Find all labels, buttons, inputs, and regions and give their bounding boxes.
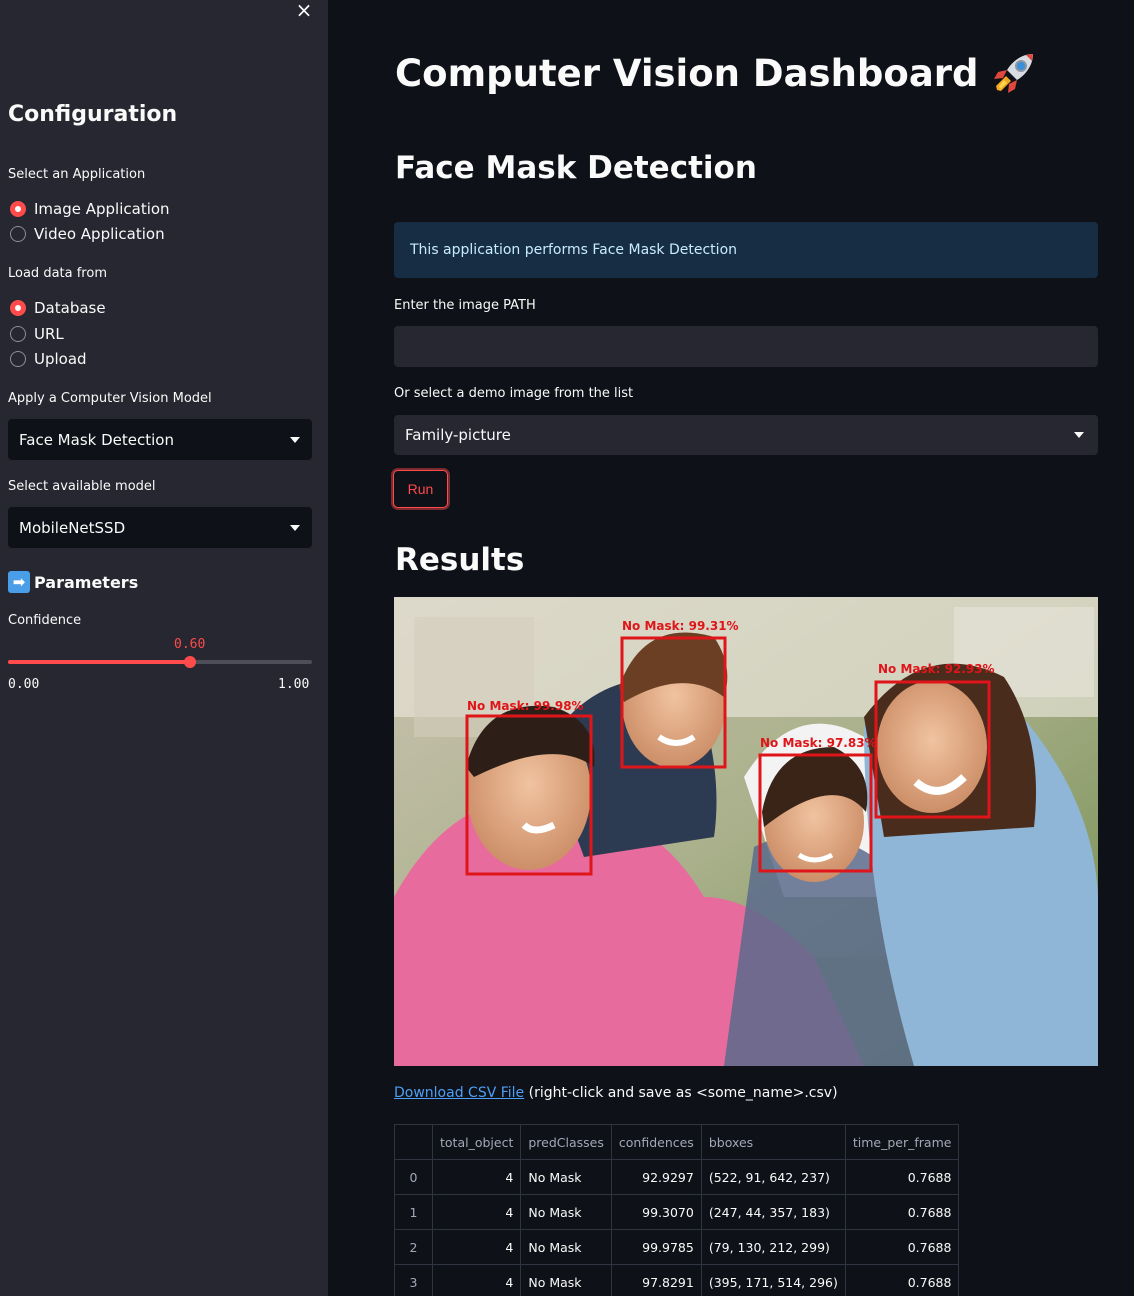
radio-selected-icon: [10, 201, 26, 217]
demo-image-select[interactable]: Family-picture: [394, 415, 1098, 455]
radio-label: Database: [34, 299, 106, 317]
sidebar: × Configuration Select an Application Im…: [0, 0, 328, 1296]
column-header-index[interactable]: [394, 1124, 433, 1160]
model-select-label: Apply a Computer Vision Model: [8, 391, 212, 406]
chevron-down-icon: [290, 524, 300, 531]
slider-thumb[interactable]: [184, 656, 197, 668]
table-cell: 4: [431, 1229, 522, 1265]
sidebar-title: Configuration: [8, 102, 178, 127]
right-arrow-icon: ➡: [8, 571, 30, 593]
confidence-slider[interactable]: [8, 656, 312, 668]
column-header[interactable]: time_per_frame: [844, 1124, 960, 1160]
table-cell: 99.9785: [610, 1229, 702, 1265]
slider-max-label: 1.00: [278, 677, 310, 692]
table-row: 0 4 No Mask 92.9297 (522, 91, 642, 237) …: [394, 1159, 960, 1195]
table-cell: 97.8291: [610, 1264, 702, 1296]
application-label: Select an Application: [8, 167, 146, 182]
detection-label: No Mask: 99.98%: [467, 699, 584, 713]
column-header[interactable]: bboxes: [700, 1124, 846, 1160]
row-index: 2: [394, 1229, 433, 1265]
slider-fill: [8, 660, 191, 664]
radio-unselected-icon: [10, 351, 26, 367]
radio-unselected-icon: [10, 226, 26, 242]
radio-image-application[interactable]: Image Application: [10, 200, 170, 218]
chevron-down-icon: [1074, 432, 1084, 438]
radio-label: URL: [34, 325, 64, 343]
confidence-value: 0.60: [174, 637, 206, 652]
download-note: (right-click and save as <some_name>.csv…: [524, 1085, 838, 1101]
radio-label: Upload: [34, 350, 87, 368]
detection-label: No Mask: 99.31%: [622, 619, 739, 633]
run-button[interactable]: Run: [393, 470, 448, 508]
available-model-label: Select available model: [8, 479, 156, 494]
table-cell: No Mask: [520, 1194, 612, 1230]
image-path-input[interactable]: [394, 326, 1098, 367]
table-cell: 4: [431, 1194, 522, 1230]
radio-url[interactable]: URL: [10, 325, 64, 343]
table-cell: 92.9297: [610, 1159, 702, 1195]
radio-unselected-icon: [10, 326, 26, 342]
available-model-select[interactable]: MobileNetSSD: [8, 507, 312, 548]
radio-label: Video Application: [34, 225, 165, 243]
page-title: Computer Vision Dashboard: [395, 48, 1039, 98]
page-title-text: Computer Vision Dashboard: [395, 51, 979, 95]
demo-image-value: Family-picture: [405, 426, 511, 444]
rocket-icon: [993, 54, 1033, 93]
row-index: 0: [394, 1159, 433, 1195]
radio-selected-icon: [10, 300, 26, 316]
table-cell: 0.7688: [844, 1229, 960, 1265]
table-cell: 4: [431, 1159, 522, 1195]
table-cell: 0.7688: [844, 1159, 960, 1195]
radio-video-application[interactable]: Video Application: [10, 225, 165, 243]
results-table: total_object predClasses confidences bbo…: [394, 1124, 960, 1296]
demo-label: Or select a demo image from the list: [394, 386, 634, 401]
table-cell: No Mask: [520, 1229, 612, 1265]
table-cell: (522, 91, 642, 237): [700, 1159, 846, 1195]
load-data-label: Load data from: [8, 266, 107, 281]
parameters-heading: ➡ Parameters: [8, 571, 138, 593]
download-csv-link[interactable]: Download CSV File: [394, 1085, 524, 1101]
download-row: Download CSV File (right-click and save …: [394, 1085, 838, 1101]
confidence-label: Confidence: [8, 613, 82, 628]
column-header[interactable]: total_object: [431, 1124, 522, 1160]
radio-upload[interactable]: Upload: [10, 350, 87, 368]
column-header[interactable]: confidences: [610, 1124, 702, 1160]
table-cell: 4: [431, 1264, 522, 1296]
chevron-down-icon: [290, 436, 300, 443]
section-title: Face Mask Detection: [395, 150, 757, 186]
slider-min-label: 0.00: [8, 677, 40, 692]
table-cell: (247, 44, 357, 183): [700, 1194, 846, 1230]
table-row: 2 4 No Mask 99.9785 (79, 130, 212, 299) …: [394, 1229, 960, 1265]
table-cell: No Mask: [520, 1264, 612, 1296]
model-select[interactable]: Face Mask Detection: [8, 419, 312, 460]
table-cell: 99.3070: [610, 1194, 702, 1230]
close-sidebar-button[interactable]: ×: [294, 0, 314, 20]
row-index: 1: [394, 1194, 433, 1230]
path-label: Enter the image PATH: [394, 298, 536, 313]
table-cell: No Mask: [520, 1159, 612, 1195]
table-header-row: total_object predClasses confidences bbo…: [394, 1124, 960, 1160]
table-row: 3 4 No Mask 97.8291 (395, 171, 514, 296)…: [394, 1264, 960, 1296]
radio-database[interactable]: Database: [10, 299, 106, 317]
detection-label: No Mask: 97.83%: [760, 736, 877, 750]
detection-label: No Mask: 92.93%: [878, 662, 995, 676]
table-cell: 0.7688: [844, 1194, 960, 1230]
radio-label: Image Application: [34, 200, 170, 218]
row-index: 3: [394, 1264, 433, 1296]
result-image: No Mask: 99.98% No Mask: 99.31% No Mask:…: [394, 597, 1098, 1066]
available-model-value: MobileNetSSD: [19, 518, 126, 537]
parameters-title: Parameters: [34, 572, 139, 592]
info-text: This application performs Face Mask Dete…: [410, 242, 738, 258]
model-select-value: Face Mask Detection: [19, 430, 174, 449]
table-row: 1 4 No Mask 99.3070 (247, 44, 357, 183) …: [394, 1194, 960, 1230]
column-header[interactable]: predClasses: [520, 1124, 612, 1160]
table-cell: (395, 171, 514, 296): [700, 1264, 846, 1296]
table-cell: 0.7688: [844, 1264, 960, 1296]
info-banner: This application performs Face Mask Dete…: [394, 222, 1098, 278]
results-title: Results: [395, 542, 525, 578]
table-cell: (79, 130, 212, 299): [700, 1229, 846, 1265]
detection-photo: No Mask: 99.98% No Mask: 99.31% No Mask:…: [394, 597, 1098, 1066]
